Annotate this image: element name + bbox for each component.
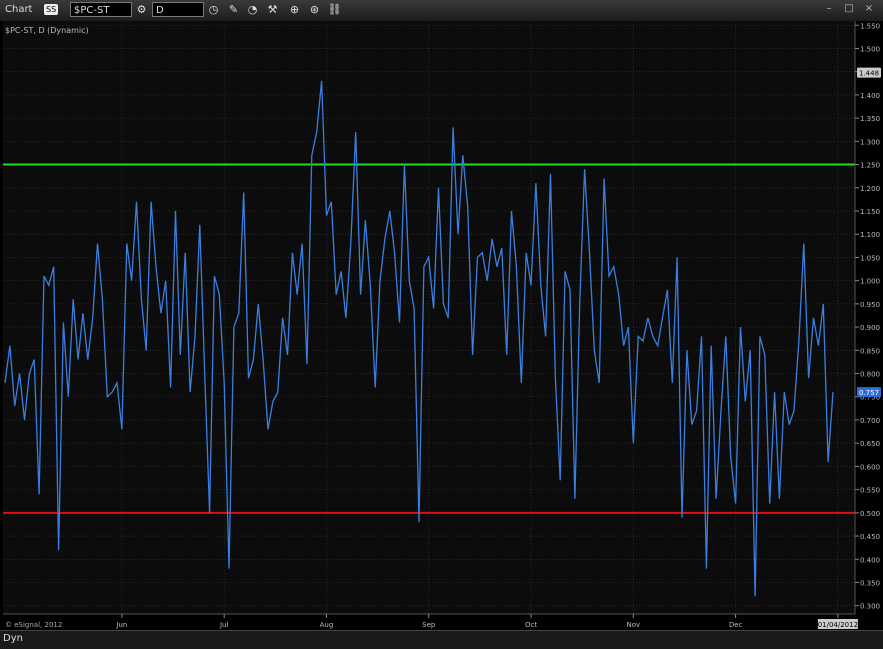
- y-tick-label: 0.500: [860, 510, 880, 518]
- y-tick-label: 0.950: [860, 301, 880, 309]
- tools-icon[interactable]: ⚒: [265, 2, 280, 17]
- y-tick-label: 0.900: [860, 324, 880, 332]
- bottom-bar: Dyn: [0, 630, 883, 649]
- minimize-button[interactable]: –: [822, 3, 836, 15]
- chart-label: $PC-ST, D (Dynamic): [5, 26, 89, 35]
- x-tick-label: Nov: [626, 621, 640, 629]
- y-tick-label: 1.350: [860, 115, 880, 123]
- symbol-input[interactable]: $PC-ST: [70, 2, 132, 17]
- y-tick-label: 1.100: [860, 231, 880, 239]
- plus-icon[interactable]: ⊕: [287, 2, 302, 17]
- y-tick-label: 0.650: [860, 440, 880, 448]
- gear-icon[interactable]: ⚙: [134, 2, 149, 17]
- clock-icon[interactable]: ◷: [206, 2, 221, 17]
- window-badge: SS: [44, 4, 59, 15]
- chart-toolbar: Chart SS $PC-ST ⚙ D ◷ ✎ ◔ ⚒ ⊕ ⊛ ⛓ – □ ×: [0, 0, 883, 22]
- y-tick-label: 0.300: [860, 603, 880, 611]
- close-button[interactable]: ×: [862, 3, 876, 15]
- y-tick-label: 0.550: [860, 487, 880, 495]
- x-tick-label: Dec: [729, 621, 743, 629]
- y-tick-label: 1.400: [860, 92, 880, 100]
- y-tick-label: 1.000: [860, 278, 880, 286]
- x-tick-label: Sep: [422, 621, 436, 629]
- window-title: Chart: [5, 4, 33, 15]
- interval-select[interactable]: D: [152, 2, 204, 17]
- x-tick-label: Oct: [525, 621, 537, 629]
- dynamic-mode-button[interactable]: Dyn: [3, 633, 23, 644]
- pencil-icon[interactable]: ✎: [226, 2, 241, 17]
- x-tick-label: Jul: [219, 621, 229, 629]
- x-tick-label: Jun: [115, 621, 127, 629]
- y-tick-label: 0.600: [860, 463, 880, 471]
- gauge-icon[interactable]: ◔: [245, 2, 260, 17]
- y-tick-label: 0.700: [860, 417, 880, 425]
- copyright: © eSignal, 2012: [5, 621, 62, 629]
- y-tick-label: 1.150: [860, 208, 880, 216]
- zoom-icon[interactable]: ⊛: [307, 2, 322, 17]
- y-tick-label: 1.200: [860, 185, 880, 193]
- y-tick-label: 0.400: [860, 556, 880, 564]
- y-tick-label: 1.250: [860, 162, 880, 170]
- y-tick-label: 1.500: [860, 45, 880, 53]
- y-tick-label: 0.350: [860, 579, 880, 587]
- y-tick-label: 1.050: [860, 254, 880, 262]
- last-value-label: 0.757: [859, 389, 879, 397]
- price-chart[interactable]: 0.300 0.350 0.400 0.450 0.500 0.550 0.600 0.650…: [0, 21, 883, 630]
- y-tick-label: 0.450: [860, 533, 880, 541]
- x-tick-label: Aug: [320, 621, 334, 629]
- y-tick-label: 1.550: [860, 22, 880, 30]
- y-tick-label: 0.800: [860, 371, 880, 379]
- y-tick-label: 0.850: [860, 347, 880, 355]
- x-tick-label: 01/04/2012: [818, 621, 858, 629]
- cursor-value-label: 1.448: [859, 70, 879, 78]
- y-tick-label: 1.300: [860, 138, 880, 146]
- link-icon[interactable]: ⛓: [327, 2, 342, 17]
- maximize-button[interactable]: □: [842, 3, 856, 15]
